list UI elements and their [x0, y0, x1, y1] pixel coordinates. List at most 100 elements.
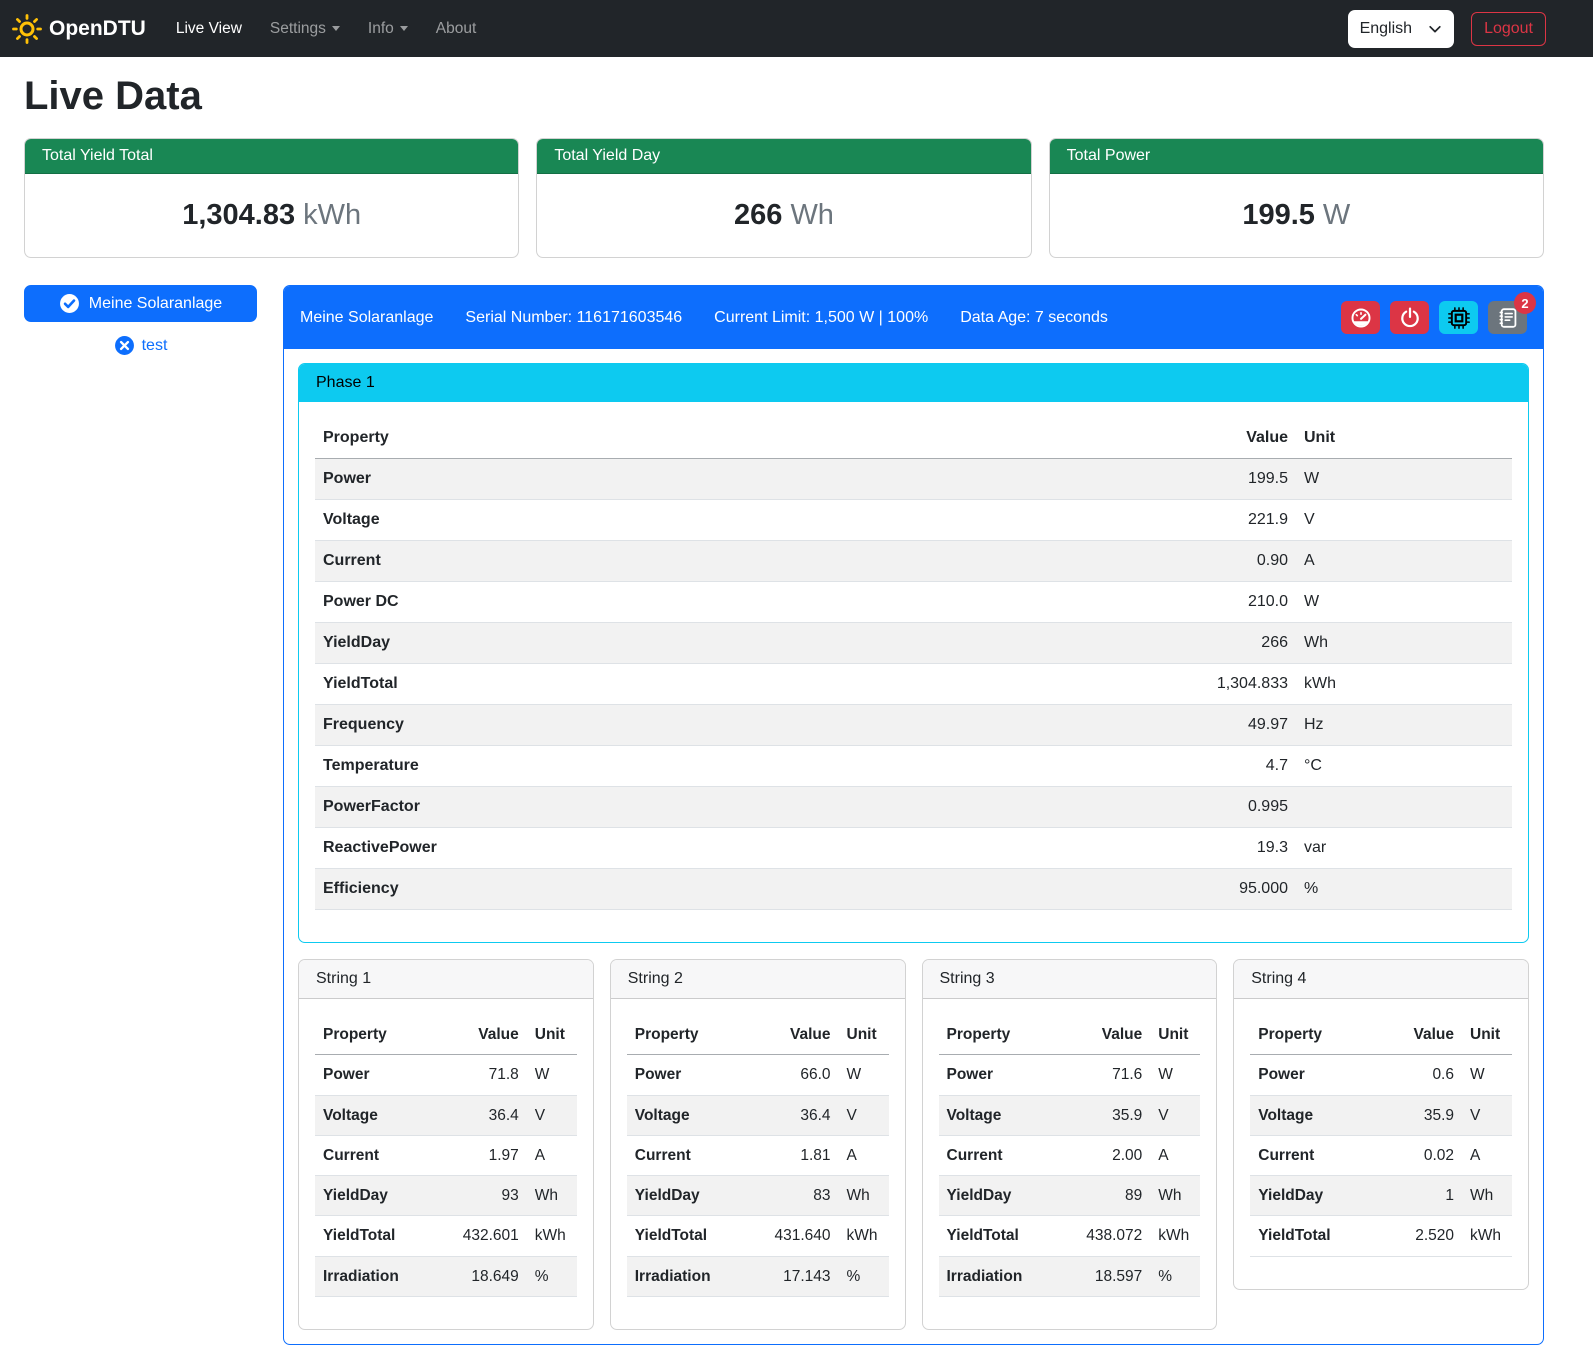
property-cell: Power [315, 459, 1186, 500]
card-header: Total Yield Day [537, 139, 1030, 174]
string-card-3: String 3 Property Value Unit [922, 959, 1218, 1330]
value-cell: 266 [1186, 623, 1296, 664]
logout-button[interactable]: Logout [1471, 12, 1546, 46]
property-cell: Voltage [315, 1095, 435, 1135]
phase-card-header: Phase 1 [299, 364, 1528, 402]
card-unit: kWh [303, 199, 361, 231]
property-cell: YieldDay [1250, 1176, 1370, 1216]
value-cell: 83 [747, 1176, 839, 1216]
value-cell: 89 [1058, 1176, 1150, 1216]
unit-cell: kWh [527, 1216, 577, 1256]
inverter-panel: Meine Solaranlage Serial Number: 1161716… [283, 285, 1544, 1345]
table-row: Current2.00A [939, 1135, 1201, 1175]
table-row: YieldTotal2.520kWh [1250, 1216, 1512, 1256]
string-card-body: Property Value Unit Power66.0WVoltage36.… [611, 999, 905, 1329]
inverter-select-button[interactable]: Meine Solaranlage [24, 285, 257, 322]
value-cell: 71.6 [1058, 1055, 1150, 1095]
unit-cell: % [1296, 869, 1512, 910]
chevron-down-icon [1428, 22, 1442, 36]
unit-cell: A [527, 1135, 577, 1175]
unit-cell: W [527, 1055, 577, 1095]
inverter-name: Meine Solaranlage [300, 309, 433, 327]
column-property: Property [315, 1015, 435, 1055]
column-property: Property [939, 1015, 1059, 1055]
table-row: YieldDay93Wh [315, 1176, 577, 1216]
table-row: YieldTotal432.601kWh [315, 1216, 577, 1256]
property-cell: YieldDay [939, 1176, 1059, 1216]
string-card-1: String 1 Property Value Unit [298, 959, 594, 1330]
string-card-header: String 4 [1234, 960, 1528, 999]
property-cell: Irradiation [627, 1256, 747, 1296]
table-row: Power71.8W [315, 1055, 577, 1095]
limit-settings-button[interactable] [1341, 301, 1380, 334]
value-cell: 95.000 [1186, 869, 1296, 910]
property-cell: YieldDay [627, 1176, 747, 1216]
value-cell: 17.143 [747, 1256, 839, 1296]
unit-cell: W [1150, 1055, 1200, 1095]
nav-item-settings[interactable]: Settings [258, 12, 352, 46]
property-cell: Voltage [1250, 1095, 1370, 1135]
value-cell: 438.072 [1058, 1216, 1150, 1256]
unit-cell: W [1462, 1055, 1512, 1095]
column-value: Value [1058, 1015, 1150, 1055]
unit-cell: W [839, 1055, 889, 1095]
table-row: YieldDay266Wh [315, 623, 1512, 664]
card-body: 266Wh [537, 174, 1030, 257]
brand[interactable]: OpenDTU [12, 14, 146, 44]
value-cell: 36.4 [435, 1095, 527, 1135]
event-log-button[interactable]: 2 [1488, 301, 1527, 334]
chevron-down-icon [332, 26, 340, 31]
inverter-data-age: Data Age: 7 seconds [960, 309, 1108, 327]
table-row: Irradiation17.143% [627, 1256, 889, 1296]
unit-cell: V [1462, 1095, 1512, 1135]
x-circle-icon [114, 335, 135, 356]
summary-cards-row: Total Yield Total 1,304.83kWh Total Yiel… [24, 138, 1544, 258]
table-row: Voltage36.4V [627, 1095, 889, 1135]
unit-cell: kWh [1150, 1216, 1200, 1256]
card-header: Total Power [1050, 139, 1543, 174]
table-row: Power66.0W [627, 1055, 889, 1095]
table-row: PowerFactor0.995 [315, 787, 1512, 828]
unit-cell: var [1296, 828, 1512, 869]
card-value: 199.5 [1242, 199, 1315, 231]
page-title: Live Data [24, 74, 1544, 119]
property-cell: Frequency [315, 705, 1186, 746]
unit-cell: Wh [1296, 623, 1512, 664]
table-header-row: Property Value Unit [315, 418, 1512, 459]
unit-cell: Wh [1462, 1176, 1512, 1216]
property-cell: YieldTotal [315, 1216, 435, 1256]
inverter-item-test[interactable]: test [24, 335, 257, 356]
column-unit: Unit [839, 1015, 889, 1055]
language-select-value: English [1360, 20, 1412, 38]
property-cell: Efficiency [315, 869, 1186, 910]
nav-item-live-view[interactable]: Live View [164, 12, 254, 46]
table-row: Frequency49.97Hz [315, 705, 1512, 746]
property-cell: PowerFactor [315, 787, 1186, 828]
unit-cell: V [1150, 1095, 1200, 1135]
property-cell: YieldTotal [315, 664, 1186, 705]
value-cell: 18.649 [435, 1256, 527, 1296]
nav-item-about[interactable]: About [424, 12, 489, 46]
nav-item-info[interactable]: Info [356, 12, 420, 46]
column-unit: Unit [1296, 418, 1512, 459]
unit-cell: A [1296, 541, 1512, 582]
property-cell: Current [315, 1135, 435, 1175]
device-info-button[interactable] [1439, 301, 1478, 334]
table-row: Efficiency95.000% [315, 869, 1512, 910]
nav-item-label: Live View [176, 20, 242, 38]
unit-cell: kWh [1296, 664, 1512, 705]
table-row: Current1.81A [627, 1135, 889, 1175]
inverter-item-label: test [142, 337, 168, 355]
string-card-body: Property Value Unit Power71.8WVoltage36.… [299, 999, 593, 1329]
nav-item-label: Settings [270, 20, 326, 38]
inverter-panel-body: Phase 1 Property Value Unit Power199.5WV… [284, 349, 1543, 1344]
language-select[interactable]: English [1348, 10, 1454, 48]
unit-cell: % [527, 1256, 577, 1296]
value-cell: 0.90 [1186, 541, 1296, 582]
column-value: Value [1186, 418, 1296, 459]
unit-cell: A [839, 1135, 889, 1175]
power-button[interactable] [1390, 301, 1429, 334]
inverter-actions: 2 [1341, 301, 1527, 334]
table-row: Power DC210.0W [315, 582, 1512, 623]
table-row: Irradiation18.649% [315, 1256, 577, 1296]
